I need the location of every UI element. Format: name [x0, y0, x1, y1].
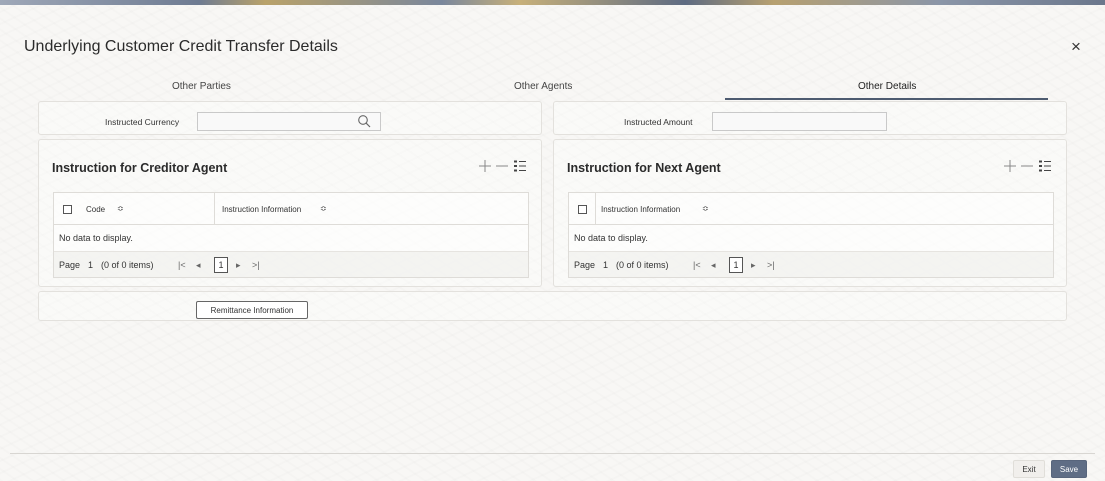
- tab-other-agents[interactable]: Other Agents: [514, 81, 572, 92]
- credit-transfer-dialog: Underlying Customer Credit Transfer Deta…: [0, 5, 1105, 481]
- instructed-amount-label: Instructed Amount: [624, 117, 693, 127]
- next-agent-title: Instruction for Next Agent: [567, 161, 721, 175]
- column-divider: [595, 193, 596, 225]
- page-number-input[interactable]: 1: [603, 260, 608, 270]
- dialog-title: Underlying Customer Credit Transfer Deta…: [24, 38, 338, 55]
- next-page-icon[interactable]: ▸: [751, 260, 756, 271]
- sort-icon[interactable]: ≎: [702, 204, 709, 213]
- next-page-icon[interactable]: ▸: [236, 260, 241, 271]
- add-row-icon[interactable]: [478, 159, 492, 173]
- pagination-bar: Page 1 (0 of 0 items) |< ◂ 1 ▸ >|: [569, 251, 1053, 277]
- no-data-message: No data to display.: [574, 233, 648, 243]
- current-page-button[interactable]: 1: [214, 257, 228, 273]
- footer-divider: [10, 453, 1095, 454]
- first-page-icon[interactable]: |<: [178, 260, 186, 270]
- remittance-information-button[interactable]: Remittance Information: [196, 301, 308, 319]
- no-data-message: No data to display.: [59, 233, 133, 243]
- column-instruction-information[interactable]: Instruction Information: [222, 205, 301, 214]
- column-instruction-information[interactable]: Instruction Information: [601, 205, 680, 214]
- column-code[interactable]: Code: [86, 205, 105, 214]
- creditor-agent-title: Instruction for Creditor Agent: [52, 161, 228, 175]
- items-count: (0 of 0 items): [616, 260, 669, 270]
- last-page-icon[interactable]: >|: [767, 260, 775, 270]
- instructed-currency-input[interactable]: [197, 112, 381, 131]
- close-icon[interactable]: ×: [1068, 38, 1084, 55]
- details-list-icon[interactable]: [1038, 159, 1052, 173]
- page-label: Page: [574, 260, 596, 270]
- sort-icon[interactable]: ≎: [117, 204, 124, 213]
- current-page-button[interactable]: 1: [729, 257, 743, 273]
- tab-other-details[interactable]: Other Details: [858, 81, 916, 92]
- creditor-agent-panel: Instruction for Creditor Agent Code ≎ In…: [38, 139, 542, 287]
- pagination-bar: Page 1 (0 of 0 items) |< ◂ 1 ▸ >|: [54, 251, 528, 277]
- instructed-currency-label: Instructed Currency: [105, 117, 180, 127]
- first-page-icon[interactable]: |<: [693, 260, 701, 270]
- column-divider: [214, 193, 215, 225]
- creditor-agent-grid: Code ≎ Instruction Information ≎ No data…: [53, 192, 529, 278]
- details-list-icon[interactable]: [513, 159, 527, 173]
- items-count: (0 of 0 items): [101, 260, 154, 270]
- instructed-currency-panel: Instructed Currency: [38, 101, 542, 135]
- remove-row-icon[interactable]: [495, 159, 509, 173]
- prev-page-icon[interactable]: ◂: [711, 260, 716, 271]
- last-page-icon[interactable]: >|: [252, 260, 260, 270]
- instructed-amount-input[interactable]: [712, 112, 887, 131]
- prev-page-icon[interactable]: ◂: [196, 260, 201, 271]
- grid-header: Instruction Information ≎: [569, 193, 1053, 225]
- select-all-checkbox[interactable]: [578, 205, 587, 214]
- add-row-icon[interactable]: [1003, 159, 1017, 173]
- page-number-input[interactable]: 1: [88, 260, 93, 270]
- sort-icon[interactable]: ≎: [320, 204, 327, 213]
- remove-row-icon[interactable]: [1020, 159, 1034, 173]
- search-icon[interactable]: [357, 114, 371, 128]
- next-agent-grid: Instruction Information ≎ No data to dis…: [568, 192, 1054, 278]
- tab-other-parties[interactable]: Other Parties: [172, 81, 231, 92]
- exit-button[interactable]: Exit: [1013, 460, 1045, 478]
- page-label: Page: [59, 260, 81, 270]
- select-all-checkbox[interactable]: [63, 205, 72, 214]
- save-button[interactable]: Save: [1051, 460, 1087, 478]
- active-tab-indicator: [725, 98, 1048, 100]
- instructed-amount-panel: Instructed Amount: [553, 101, 1067, 135]
- next-agent-panel: Instruction for Next Agent Instruction I…: [553, 139, 1067, 287]
- grid-header: Code ≎ Instruction Information ≎: [54, 193, 528, 225]
- remittance-panel: [38, 291, 1067, 321]
